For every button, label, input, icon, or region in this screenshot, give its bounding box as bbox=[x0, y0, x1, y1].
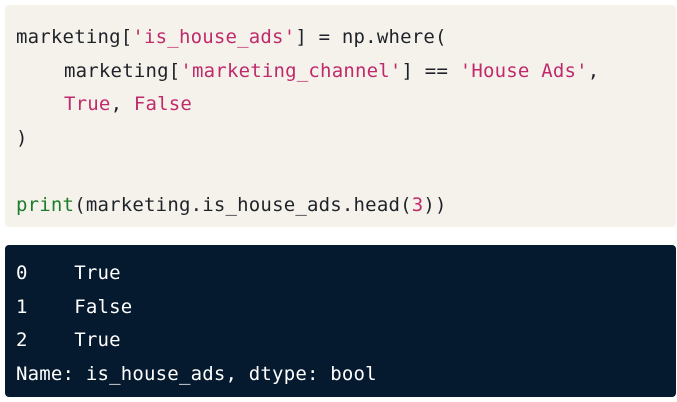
code-line-6: print(marketing.is_house_ads.head(3)) bbox=[16, 193, 447, 216]
output-cell: 0 True 1 False 2 True Name: is_house_ads… bbox=[5, 245, 676, 397]
output-footer: Name: is_house_ads, dtype: bool bbox=[16, 362, 377, 385]
code-line-1: marketing['is_house_ads'] = np.where( bbox=[16, 26, 447, 48]
code-line-4: ) bbox=[16, 126, 28, 149]
code-line-2: marketing['marketing_channel'] == 'House… bbox=[64, 59, 600, 82]
output-row: 1 False bbox=[16, 295, 133, 318]
output-row: 0 True bbox=[16, 262, 121, 284]
code-cell[interactable]: marketing['is_house_ads'] = np.where( ma… bbox=[5, 5, 676, 227]
code-line-3: True, False bbox=[64, 93, 193, 115]
notebook-view: marketing['is_house_ads'] = np.where( ma… bbox=[0, 0, 677, 402]
output-row: 2 True bbox=[16, 329, 121, 351]
